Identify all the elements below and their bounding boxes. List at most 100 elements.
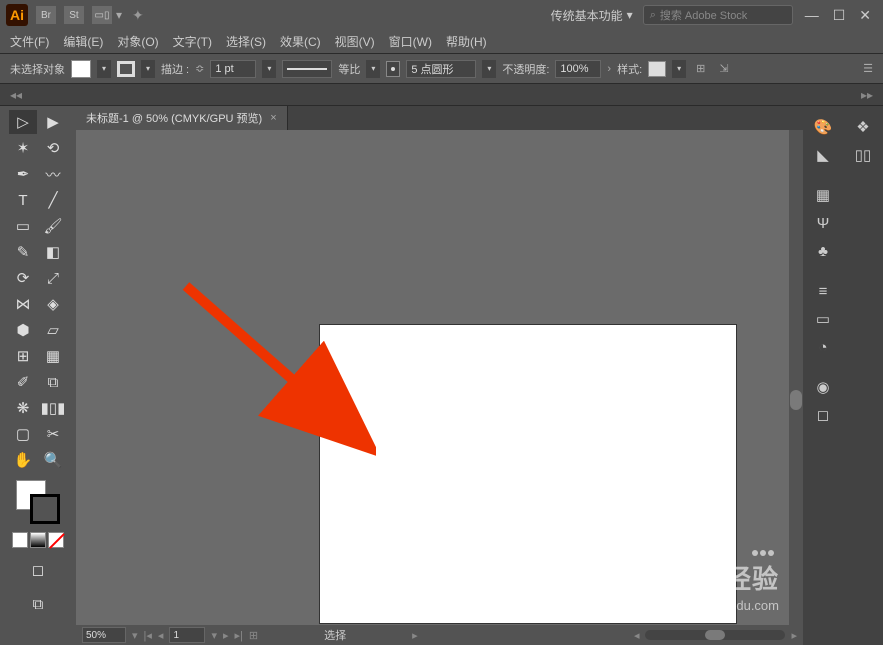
bridge-icon[interactable]: Br [36, 6, 56, 24]
artboard-nav-icon[interactable]: ⊞ [249, 629, 258, 642]
minimize-icon[interactable]: — [805, 7, 819, 24]
horizontal-scrollbar[interactable] [645, 630, 785, 640]
menu-file[interactable]: 文件(F) [10, 33, 49, 50]
mesh-tool[interactable]: ⊞ [9, 344, 37, 368]
gradient-tool[interactable]: ▦ [39, 344, 67, 368]
close-icon[interactable]: ✕ [859, 7, 871, 24]
libraries-panel-icon[interactable]: ▯▯ [849, 142, 877, 168]
subbar-left-icon[interactable]: ◂◂ [10, 88, 22, 102]
menu-help[interactable]: 帮助(H) [446, 33, 487, 50]
last-artboard-icon[interactable]: ▸| [235, 629, 243, 642]
fill-dropdown-icon[interactable]: ▾ [97, 60, 111, 78]
screen-mode-icon[interactable]: ⧉ [24, 592, 52, 616]
gpu-icon[interactable]: ✦ [132, 7, 144, 24]
stroke-dropdown-icon[interactable]: ▾ [141, 60, 155, 78]
prev-artboard-icon[interactable]: ◂ [158, 629, 164, 642]
scale-tool[interactable]: ⤢ [39, 266, 67, 290]
stock-icon[interactable]: St [64, 6, 84, 24]
menu-select[interactable]: 选择(S) [226, 33, 266, 50]
hscroll-left-icon[interactable]: ◂ [634, 629, 640, 642]
slice-tool[interactable]: ✂ [39, 422, 67, 446]
stroke-width-input[interactable] [210, 60, 256, 78]
zoom-tool[interactable]: 🔍 [39, 448, 67, 472]
layers-panel-icon[interactable]: ❖ [849, 114, 877, 140]
brush-dropdown-icon[interactable]: ▾ [482, 60, 496, 78]
shaper-tool[interactable]: ✎ [9, 240, 37, 264]
color-mode-icon[interactable] [12, 532, 28, 548]
gradient-mode-icon[interactable] [30, 532, 46, 548]
line-tool[interactable]: ╱ [39, 188, 67, 212]
perspective-tool[interactable]: ▱ [39, 318, 67, 342]
arrange-dropdown-icon[interactable]: ▾ [116, 8, 122, 22]
menu-window[interactable]: 窗口(W) [389, 33, 432, 50]
magic-wand-tool[interactable]: ✶ [9, 136, 37, 160]
search-input[interactable]: ⌕ 搜索 Adobe Stock [643, 5, 793, 25]
stroke-stepper-icon[interactable]: ≎ [195, 62, 204, 75]
maximize-icon[interactable]: ☐ [833, 7, 846, 24]
menu-effect[interactable]: 效果(C) [280, 33, 321, 50]
color-selector[interactable] [16, 480, 60, 524]
symbols-panel-icon[interactable]: ♣ [809, 238, 837, 264]
stroke-width-dropdown-icon[interactable]: ▾ [262, 60, 276, 78]
next-artboard-icon[interactable]: ▸ [223, 629, 229, 642]
color-guide-panel-icon[interactable]: ◣ [809, 142, 837, 168]
stroke-color-swatch[interactable] [30, 494, 60, 524]
brush-profile-input[interactable] [406, 60, 476, 78]
artboard-tool[interactable]: ▢ [9, 422, 37, 446]
style-swatch[interactable] [648, 61, 666, 77]
gradient-panel-icon[interactable]: ▭ [809, 306, 837, 332]
scrollbar-thumb[interactable] [790, 390, 802, 410]
brushes-panel-icon[interactable]: Ψ [809, 210, 837, 236]
tab-close-icon[interactable]: × [270, 112, 276, 124]
zoom-dropdown-icon[interactable]: ▾ [132, 629, 138, 642]
eyedropper-tool[interactable]: ✐ [9, 370, 37, 394]
canvas-area[interactable]: 未标题-1 @ 50% (CMYK/GPU 预览) × Baidu 经验 jin… [76, 106, 803, 645]
arrange-icon[interactable]: ▭▯ [92, 6, 112, 24]
workspace-dropdown-icon[interactable]: ▾ [627, 8, 633, 22]
none-mode-icon[interactable] [48, 532, 64, 548]
hscroll-right-icon[interactable]: ▸ [791, 629, 797, 642]
draw-mode-icon[interactable]: ◻ [24, 558, 52, 582]
artboard-dropdown-icon[interactable]: ▾ [211, 629, 217, 642]
opacity-more-icon[interactable]: › [607, 63, 611, 75]
zoom-input[interactable] [82, 627, 126, 643]
stroke-swatch[interactable] [117, 61, 135, 77]
prefs-icon[interactable]: ☰ [863, 62, 873, 75]
uniform-dropdown-icon[interactable]: ▾ [366, 60, 380, 78]
align-icon[interactable]: ⊞ [696, 62, 705, 75]
transform-icon[interactable]: ⇲ [719, 62, 728, 75]
symbol-sprayer-tool[interactable]: ❋ [9, 396, 37, 420]
graphic-styles-panel-icon[interactable]: ◻ [809, 402, 837, 428]
rectangle-tool[interactable]: ▭ [9, 214, 37, 238]
fill-swatch[interactable] [71, 60, 91, 78]
shape-builder-tool[interactable]: ⬢ [9, 318, 37, 342]
selection-tool[interactable]: ▷ [9, 110, 37, 134]
lasso-tool[interactable]: ⟲ [39, 136, 67, 160]
direct-selection-tool[interactable]: ▶ [39, 110, 67, 134]
swatches-panel-icon[interactable]: ▦ [809, 182, 837, 208]
workspace-label[interactable]: 传统基本功能 [551, 7, 623, 24]
type-tool[interactable]: T [9, 188, 37, 212]
stroke-panel-icon[interactable]: ≡ [809, 278, 837, 304]
artboard-number-input[interactable] [169, 627, 205, 643]
menu-view[interactable]: 视图(V) [335, 33, 375, 50]
rotate-tool[interactable]: ⟳ [9, 266, 37, 290]
pen-tool[interactable]: ✒ [9, 162, 37, 186]
menu-object[interactable]: 对象(O) [117, 33, 158, 50]
color-panel-icon[interactable]: 🎨 [809, 114, 837, 140]
curvature-tool[interactable]: 〰 [39, 162, 67, 186]
document-tab[interactable]: 未标题-1 @ 50% (CMYK/GPU 预览) × [76, 106, 288, 130]
free-transform-tool[interactable]: ◈ [39, 292, 67, 316]
eraser-tool[interactable]: ◧ [39, 240, 67, 264]
hand-tool[interactable]: ✋ [9, 448, 37, 472]
first-artboard-icon[interactable]: |◂ [144, 629, 152, 642]
menu-text[interactable]: 文字(T) [173, 33, 212, 50]
column-graph-tool[interactable]: ▮▯▮ [39, 396, 67, 420]
vertical-scrollbar[interactable] [789, 130, 803, 625]
status-more-icon[interactable]: ▸ [412, 629, 418, 642]
subbar-right-icon[interactable]: ▸▸ [861, 88, 873, 102]
opacity-input[interactable] [555, 60, 601, 78]
menu-edit[interactable]: 编辑(E) [63, 33, 103, 50]
stroke-profile-preview[interactable] [282, 60, 332, 78]
transparency-panel-icon[interactable]: ◔ [809, 334, 837, 360]
